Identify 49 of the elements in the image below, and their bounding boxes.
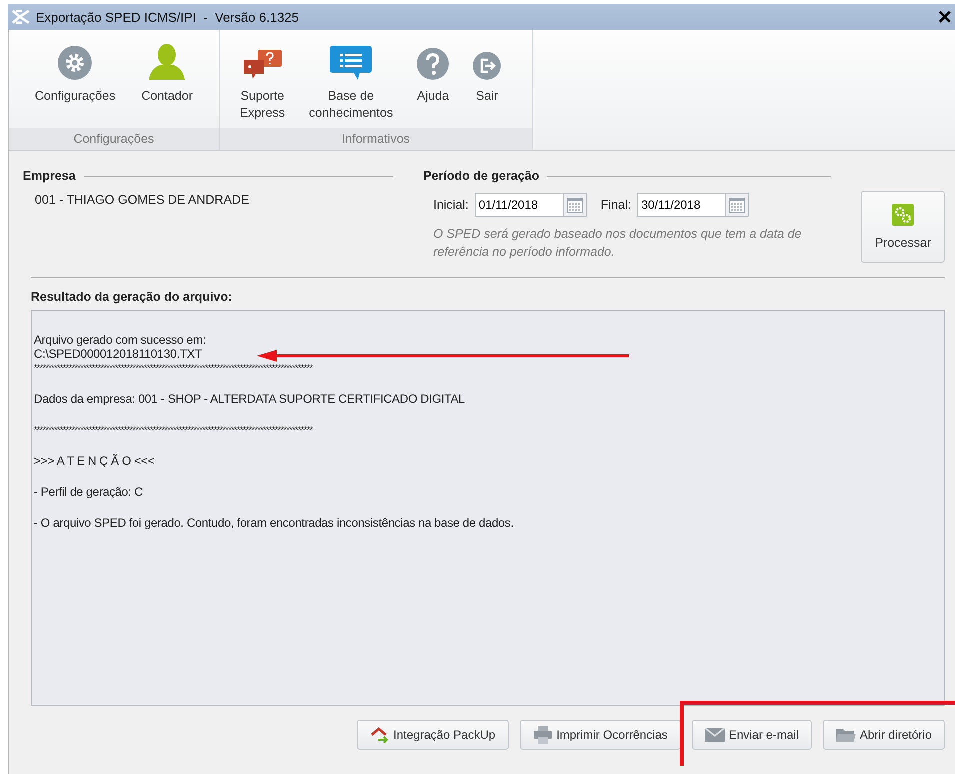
chat-bubbles-icon [244,50,282,80]
action-button[interactable]: Imprimir Ocorrências [520,720,681,750]
calendar-button[interactable] [725,193,750,217]
result-heading: Resultado da geração do arquivo: [31,290,234,304]
ribbon-button[interactable]: Sair [471,42,504,105]
help-icon [417,48,450,80]
result-line: >>> A T E N Ç Ã O <<< [34,454,155,468]
result-line: C:\SPED000012018110130.TXT [34,347,202,361]
envelope-icon [704,728,725,742]
ribbon-button[interactable]: Base de conhecimentos [307,42,396,122]
ribbon-button[interactable]: Suporte Express [238,42,288,122]
action-button[interactable]: Abrir diretório [822,720,945,750]
end-date-field[interactable]: 30/11/2018 [637,193,726,217]
ribbon-button[interactable]: Contador [140,42,196,105]
result-text-area[interactable] [31,310,945,706]
person-icon [147,44,188,80]
result-line: Dados da empresa: 001 - SHOP - ALTERDATA SUPORTE CERTIFICADO DIGITAL [34,392,465,406]
exit-icon [473,52,502,80]
group-label: Configurações [9,128,219,150]
action-button[interactable]: Integração PackUp [356,720,509,750]
sync-house-icon [370,727,390,743]
printer-icon [532,726,553,744]
section-heading: Empresa [23,169,76,183]
group-label: Informativos [220,128,532,150]
calendar-button[interactable] [562,193,587,217]
ribbon-button[interactable]: Configurações [32,42,118,105]
process-button[interactable]: Processar [861,191,945,263]
action-button[interactable]: Enviar e-mail [692,720,812,750]
ribbon-button[interactable]: Ajuda [415,42,452,105]
start-date-field[interactable]: 01/11/2018 [474,193,563,217]
calendar-icon [566,198,583,212]
gear-icon [58,46,92,80]
result-line: - Perfil de geração: C [34,485,143,499]
separator-text: ************************************************************************************************ [34,362,313,375]
list-bubble-icon [330,46,372,80]
end-label: Final: [600,198,632,212]
calendar-icon [729,198,746,212]
result-line: - O arquivo SPED foi gerado. Contudo, foram encontradas inconsistências na base de dados. [34,516,514,530]
company-name: 001 - THIAGO GOMES DE ANDRADE [35,193,250,207]
result-line: Arquivo gerado com sucesso em: [34,333,206,347]
folder-icon [836,727,856,743]
logo-icon [12,10,30,24]
section-heading: Período de geração [423,169,540,183]
window-title: Exportação SPED ICMS/IPI - Versão 6.1325 [36,10,300,24]
start-label: Inicial: [433,198,469,212]
period-note: O SPED será gerado baseado nos documentos que tem a data de referência no período informado. [433,226,803,261]
close-icon[interactable] [939,11,951,23]
gears-icon [892,204,914,226]
separator-text: ************************************************************************************************ [34,424,313,437]
